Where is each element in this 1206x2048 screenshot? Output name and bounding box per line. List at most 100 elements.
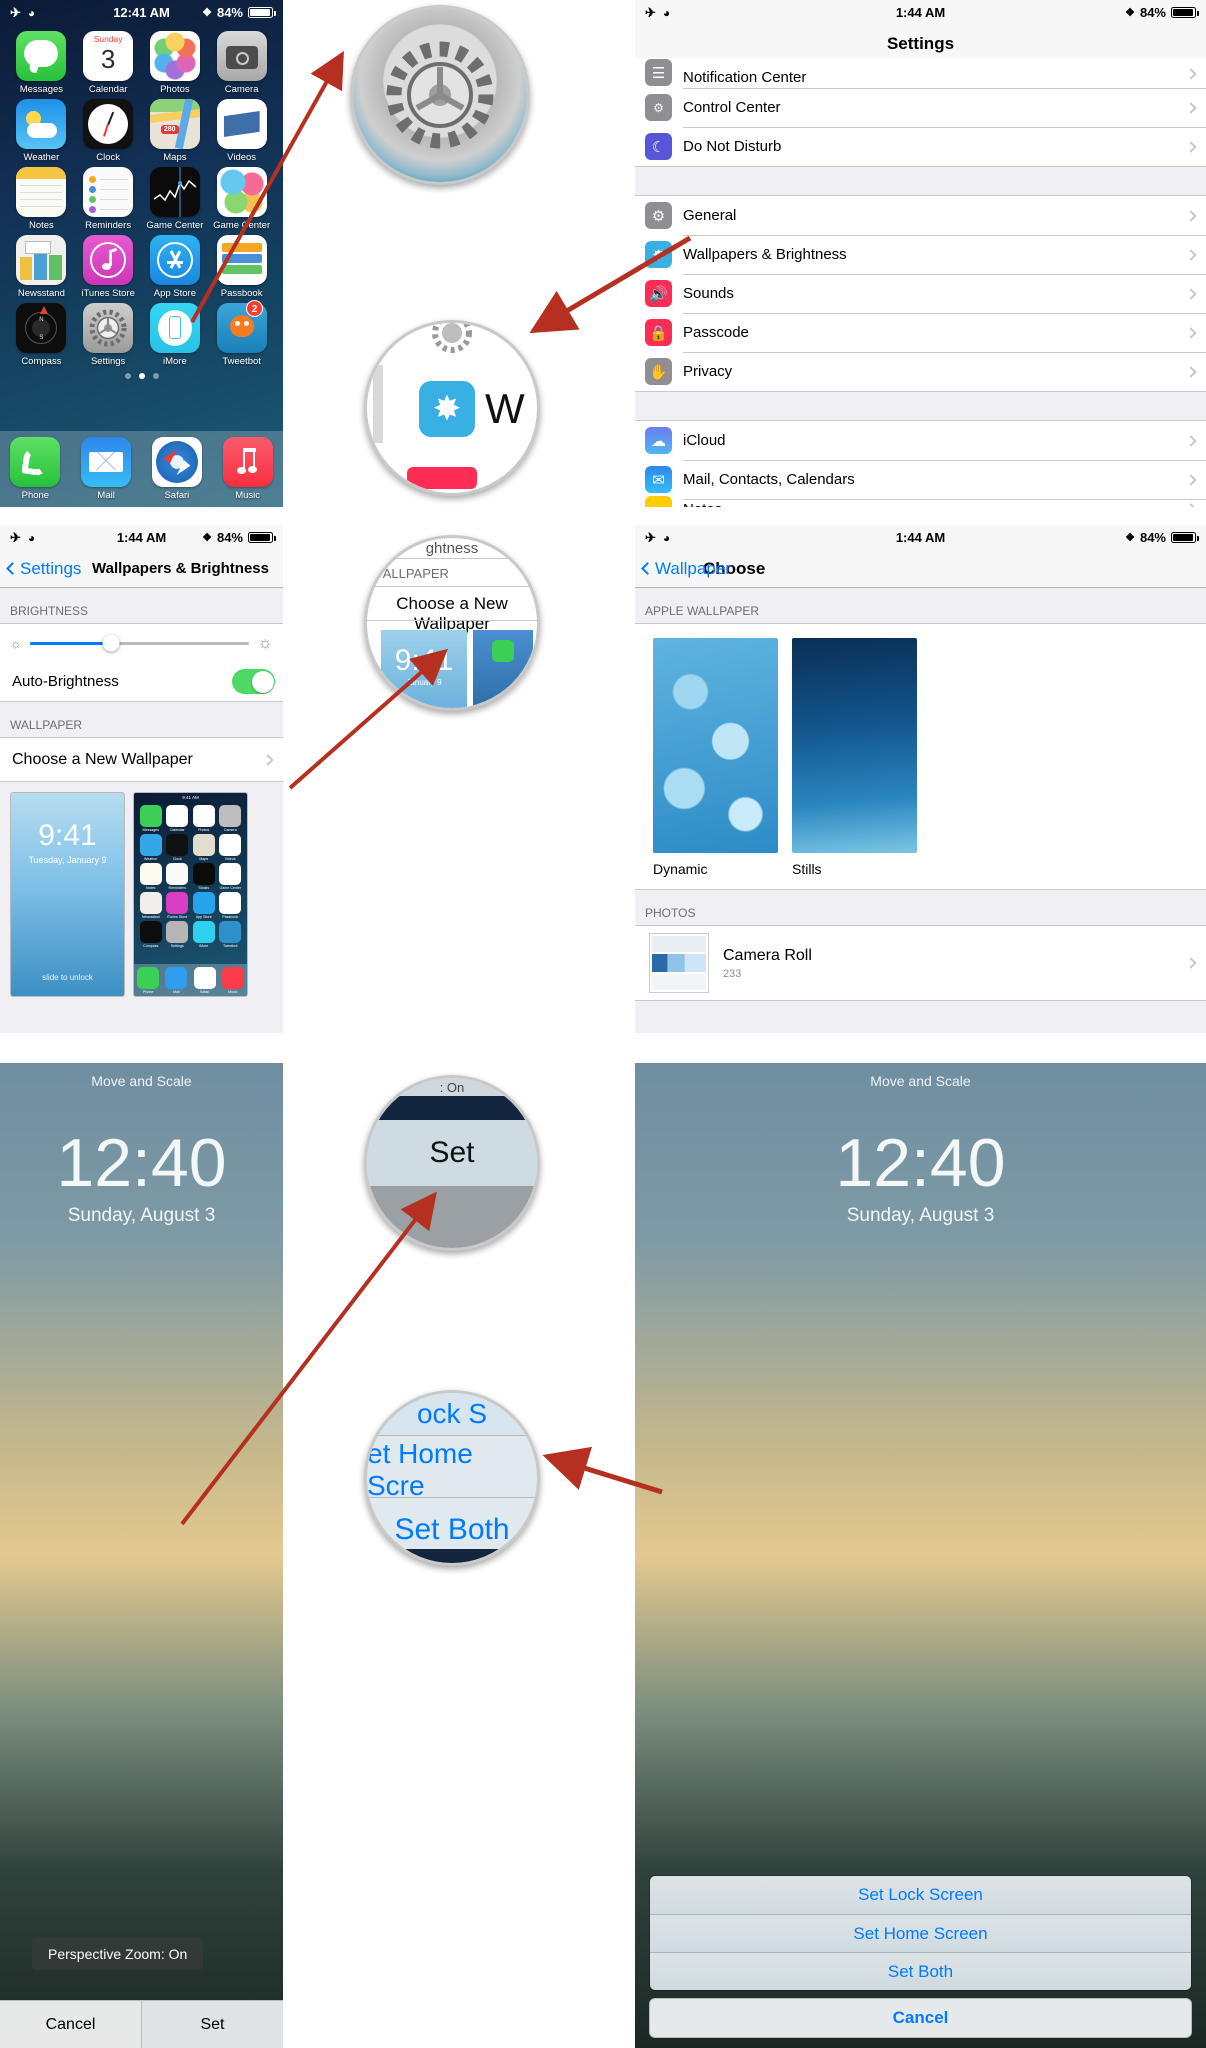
page-dot-active[interactable] [138,373,145,379]
page-dot[interactable] [124,373,131,379]
dock-safari[interactable]: Safari [142,437,213,507]
sidebar-item-notes[interactable]: Notes [635,495,1206,507]
dock-phone[interactable]: Phone [0,437,71,507]
battery-percent: 84% [216,5,243,20]
videos-icon[interactable] [216,99,267,149]
app-clock[interactable]: Clock [75,99,142,163]
clock-icon[interactable] [83,99,134,149]
app-weather[interactable]: Weather [8,99,75,163]
stills-wallpaper-thumb[interactable] [792,638,917,853]
auto-brightness-row[interactable]: Auto-Brightness [0,662,283,701]
auto-brightness-toggle[interactable] [232,669,275,694]
set-lock-screen-button[interactable]: Set Lock Screen [650,1876,1191,1914]
calendar-icon[interactable]: Sunday 3 [83,31,134,81]
set-button[interactable]: Set [141,2001,283,2048]
app-imore[interactable]: iMore [142,303,209,367]
app-itunes-store[interactable]: iTunes Store [75,235,142,299]
app-photos[interactable]: Photos [142,31,209,95]
phone-icon[interactable] [10,437,61,487]
move-scale-toolbar: Cancel Set [0,2000,283,2048]
app-game-center[interactable]: Game Center [208,167,275,231]
settings-gear-icon[interactable] [83,303,134,353]
back-button[interactable]: Wallpaper [641,559,731,579]
app-maps[interactable]: 280 Maps [142,99,209,163]
itunes-store-icon[interactable] [83,235,134,285]
app-passbook[interactable]: Passbook [208,235,275,299]
sidebar-item-passcode[interactable]: 🔒 Passcode [635,313,1206,352]
newsstand-icon[interactable] [16,235,67,285]
set-home-screen-button[interactable]: Set Home Screen [650,1914,1191,1952]
home-screen-preview[interactable]: 9:41 AM Messages Calendar Photos Camera … [133,792,248,997]
app-reminders[interactable]: Reminders [75,167,142,231]
dock-mail[interactable]: Mail [71,437,142,507]
passbook-icon[interactable] [216,235,267,285]
magnifier-set-label[interactable]: Set [367,1120,537,1186]
reminders-icon[interactable] [83,167,134,217]
sidebar-item-wallpapers-brightness[interactable]: ✸ Wallpapers & Brightness [635,235,1206,274]
back-button[interactable]: Settings [6,559,81,579]
zoom-dark-band [367,1096,537,1120]
app-messages[interactable]: Messages [8,31,75,95]
cancel-button[interactable]: Cancel [649,1998,1192,2038]
general-gear-icon: ⚙ [645,202,672,229]
sidebar-item-general[interactable]: ⚙ General [635,196,1206,235]
sidebar-item-do-not-disturb[interactable]: ☾ Do Not Disturb [635,127,1206,166]
messages-icon[interactable] [16,31,67,81]
dynamic-wallpaper-thumb[interactable] [653,638,778,853]
slider-knob[interactable] [102,634,120,652]
perspective-zoom-button[interactable]: Perspective Zoom: On [32,1938,204,1970]
magnifier-home-partial[interactable]: et Home Scre [367,1438,537,1501]
app-notes[interactable]: Notes [8,167,75,231]
album-row-camera-roll[interactable]: Camera Roll 233 [635,926,1206,1000]
page-dot[interactable] [152,373,159,379]
app-app-store[interactable]: App Store [142,235,209,299]
app-settings[interactable]: Settings [75,303,142,367]
app-tweetbot[interactable]: 2 Tweetbot [208,300,275,367]
magnifier-lock-partial[interactable]: ock S [367,1393,537,1435]
wallpaper-option-label: Dynamic [653,861,708,877]
photos-icon[interactable] [149,31,200,81]
wallpaper-option-dynamic[interactable]: Dynamic [653,638,778,877]
game-center-icon[interactable] [216,167,267,217]
chevron-right-icon [1185,248,1197,261]
imore-icon[interactable] [149,303,200,353]
brightness-slider[interactable] [29,634,250,652]
apple-wallpaper-header: APPLE WALLPAPER [635,588,1206,623]
sidebar-item-sounds[interactable]: 🔊 Sounds [635,274,1206,313]
weather-icon[interactable] [16,99,67,149]
cancel-button[interactable]: Cancel [0,2001,141,2048]
camera-icon[interactable] [216,31,267,81]
music-icon[interactable] [222,437,273,487]
sidebar-item-icloud[interactable]: ☁ iCloud [635,421,1206,460]
app-camera[interactable]: Camera [208,31,275,95]
app-store-icon[interactable] [149,235,200,285]
preview-icon-cell: iMore [192,921,216,948]
magnifier-set-both-label[interactable]: Set Both [367,1505,537,1555]
app-stocks[interactable]: Game Center [142,167,209,231]
sidebar-item-privacy[interactable]: ✋ Privacy [635,352,1206,391]
choose-new-wallpaper-row[interactable]: Choose a New Wallpaper [0,738,283,781]
app-videos[interactable]: Videos [208,99,275,163]
home-screen-panel: ✈ ◕ 12:41 AM ❖ 84% Messages Sunday 3 Cal… [0,0,283,507]
safari-icon[interactable] [151,437,202,487]
chevron-right-icon [1185,434,1197,447]
stocks-icon[interactable] [149,167,200,217]
compass-icon[interactable]: N S [16,303,67,353]
lock-screen-preview[interactable]: 9:41 Tuesday, January 9 slide to unlock [10,792,125,997]
app-newsstand[interactable]: Newsstand [8,235,75,299]
app-compass[interactable]: N S Compass [8,303,75,367]
brightness-slider-row[interactable]: ☼ ☼ [0,624,283,662]
brightness-low-icon: ☼ [10,635,22,651]
mail-icon[interactable] [81,437,132,487]
wallpaper-option-stills[interactable]: Stills [792,638,917,877]
magnifier-choose-label[interactable]: Choose a New Wallpaper [367,594,537,634]
sidebar-item-notification-center[interactable]: ☰ Notification Center [635,58,1206,88]
sidebar-item-mail-contacts-calendars[interactable]: ✉ Mail, Contacts, Calendars [635,460,1206,499]
tweetbot-badge: 2 [246,300,263,317]
maps-icon[interactable]: 280 [149,99,200,149]
set-both-button[interactable]: Set Both [650,1952,1191,1990]
dock-music[interactable]: Music [212,437,283,507]
sidebar-item-control-center[interactable]: ⚙ Control Center [635,88,1206,127]
app-calendar[interactable]: Sunday 3 Calendar [75,31,142,95]
notes-icon[interactable] [16,167,67,217]
